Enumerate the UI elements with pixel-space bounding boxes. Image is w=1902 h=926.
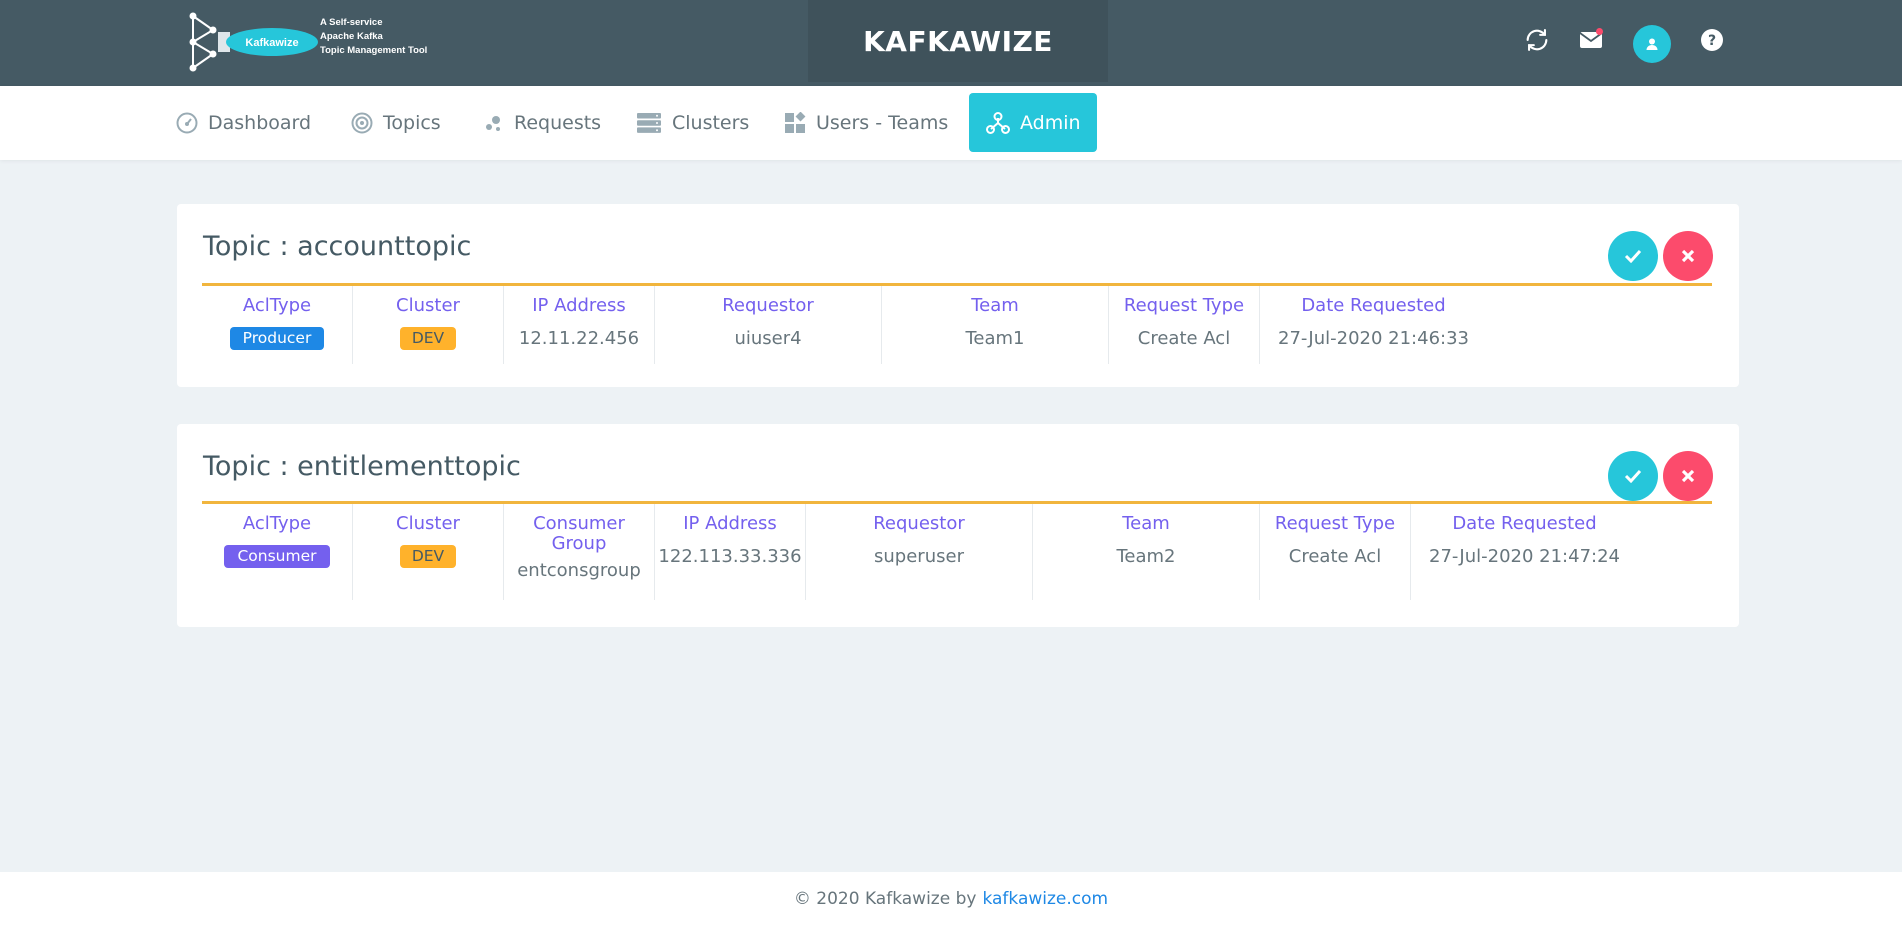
network-icon [986, 111, 1010, 134]
header-date-requested: Date Requested [1301, 295, 1446, 316]
header-acltype: AclType [242, 513, 312, 534]
col-ip-address: IP Address 122.113.33.336 [655, 504, 806, 600]
acl-request-details: AclType Producer Cluster DEV IP Address … [202, 286, 1712, 366]
topic-title: Topic : entitlementtopic [203, 451, 521, 482]
mail-notification-dot [1596, 28, 1603, 35]
nav-label-clusters: Clusters [672, 111, 750, 134]
nav-label-topics: Topics [383, 111, 441, 134]
col-ip-address: IP Address 12.11.22.456 [504, 286, 655, 364]
brand-title: KAFKAWIZE [863, 24, 1053, 58]
decline-button[interactable] [1663, 451, 1713, 501]
header-cluster: Cluster [396, 513, 460, 534]
header-consumer-group: Consumer Group [533, 513, 625, 554]
cluster-badge: DEV [399, 545, 457, 568]
col-request-type: Request Type Create Acl [1260, 504, 1411, 600]
col-cluster: Cluster DEV [353, 504, 504, 600]
request-type-value: Create Acl [1137, 328, 1231, 349]
requestor-value: superuser [874, 546, 964, 567]
user-icon [1646, 38, 1658, 50]
target-icon [351, 112, 373, 133]
check-icon [1624, 469, 1642, 483]
cluster-badge: DEV [399, 327, 457, 350]
header-date-requested: Date Requested [1452, 513, 1597, 534]
header-ip-address: IP Address [532, 295, 626, 316]
brand-title-box: KAFKAWIZE [808, 0, 1108, 82]
col-cluster: Cluster DEV [353, 286, 504, 364]
header-requestor: Requestor [722, 295, 814, 316]
date-requested-value: 27-Jul-2020 21:47:24 [1429, 546, 1620, 567]
col-date-requested: Date Requested 27-Jul-2020 21:46:33 [1260, 286, 1487, 364]
nav-label-dashboard: Dashboard [208, 111, 312, 134]
top-header: Kafkawize A Self-service Apache Kafka To… [0, 0, 1902, 86]
col-acltype: AclType Consumer [202, 504, 353, 600]
col-consumer-group: Consumer Group entconsgroup [504, 504, 655, 600]
col-team: Team Team2 [1033, 504, 1260, 600]
nav-label-users-teams: Users - Teams [816, 111, 949, 134]
acltype-badge: Consumer [224, 545, 330, 568]
ip-address-value: 122.113.33.336 [658, 546, 802, 567]
col-requestor: Requestor superuser [806, 504, 1033, 600]
logo-tagline: A Self-service Apache Kafka Topic Manage… [320, 16, 427, 58]
widgets-icon [785, 111, 806, 133]
nav-item-requests[interactable]: Requests [484, 93, 601, 152]
tagline-line-1: A Self-service [320, 17, 383, 28]
footer-copyright: © 2020 Kafkawize by [793, 889, 977, 909]
header-ip-address: IP Address [683, 513, 777, 534]
nav-item-admin[interactable]: Admin [969, 93, 1097, 152]
col-date-requested: Date Requested 27-Jul-2020 21:47:24 [1411, 504, 1638, 600]
footer-link[interactable]: kafkawize.com [982, 889, 1108, 909]
server-icon [637, 112, 661, 133]
acl-request-card: Topic : entitlementtopic AclType Consume… [177, 424, 1739, 627]
header-team: Team [971, 295, 1019, 316]
team-value: Team1 [965, 328, 1025, 349]
header-requestor: Requestor [873, 513, 965, 534]
header-team: Team [1122, 513, 1170, 534]
col-acltype: AclType Producer [202, 286, 353, 364]
consumer-group-value: entconsgroup [517, 560, 641, 581]
acl-request-details: AclType Consumer Cluster DEV Consumer Gr… [202, 504, 1712, 604]
col-requestor: Requestor uiuser4 [655, 286, 882, 364]
bubbles-icon [486, 115, 500, 131]
acltype-badge: Producer [229, 327, 325, 350]
user-profile-button[interactable] [1633, 25, 1671, 63]
check-icon [1624, 249, 1642, 263]
col-request-type: Request Type Create Acl [1109, 286, 1260, 364]
nav-item-dashboard[interactable]: Dashboard [176, 93, 311, 152]
tagline-line-3: Topic Management Tool [320, 45, 428, 56]
nav-item-topics[interactable]: Topics [351, 93, 441, 152]
close-icon [1681, 249, 1695, 263]
refresh-icon[interactable] [1521, 24, 1553, 56]
header-request-type: Request Type [1123, 295, 1245, 316]
header-cluster: Cluster [396, 295, 460, 316]
logo-text: Kafkawize [245, 37, 298, 49]
ip-address-value: 12.11.22.456 [518, 328, 640, 349]
request-type-value: Create Acl [1288, 546, 1382, 567]
date-requested-value: 27-Jul-2020 21:46:33 [1278, 328, 1469, 349]
approve-button[interactable] [1608, 451, 1658, 501]
header-acltype: AclType [242, 295, 312, 316]
svg-text:?: ? [1708, 33, 1716, 49]
acl-request-card: Topic : accounttopic AclType Producer Cl… [177, 204, 1739, 387]
nav-label-requests: Requests [514, 111, 602, 134]
requestor-value: uiuser4 [734, 328, 802, 349]
topic-title: Topic : accounttopic [203, 231, 472, 262]
header-request-type: Request Type [1274, 513, 1396, 534]
decline-button[interactable] [1663, 231, 1713, 281]
nav-item-users-teams[interactable]: Users - Teams [784, 93, 948, 152]
dashboard-icon [176, 112, 198, 133]
tagline-line-2: Apache Kafka [320, 31, 383, 42]
main-nav: Dashboard Topics Requests Clusters Users… [0, 86, 1902, 160]
footer: © 2020 Kafkawize by kafkawize.com [0, 872, 1902, 926]
help-icon[interactable]: ? [1696, 24, 1728, 56]
team-value: Team2 [1116, 546, 1176, 567]
nav-item-clusters[interactable]: Clusters [636, 93, 749, 152]
col-team: Team Team1 [882, 286, 1109, 364]
approve-button[interactable] [1608, 231, 1658, 281]
close-icon [1681, 469, 1695, 483]
nav-label-admin: Admin [1020, 111, 1081, 134]
